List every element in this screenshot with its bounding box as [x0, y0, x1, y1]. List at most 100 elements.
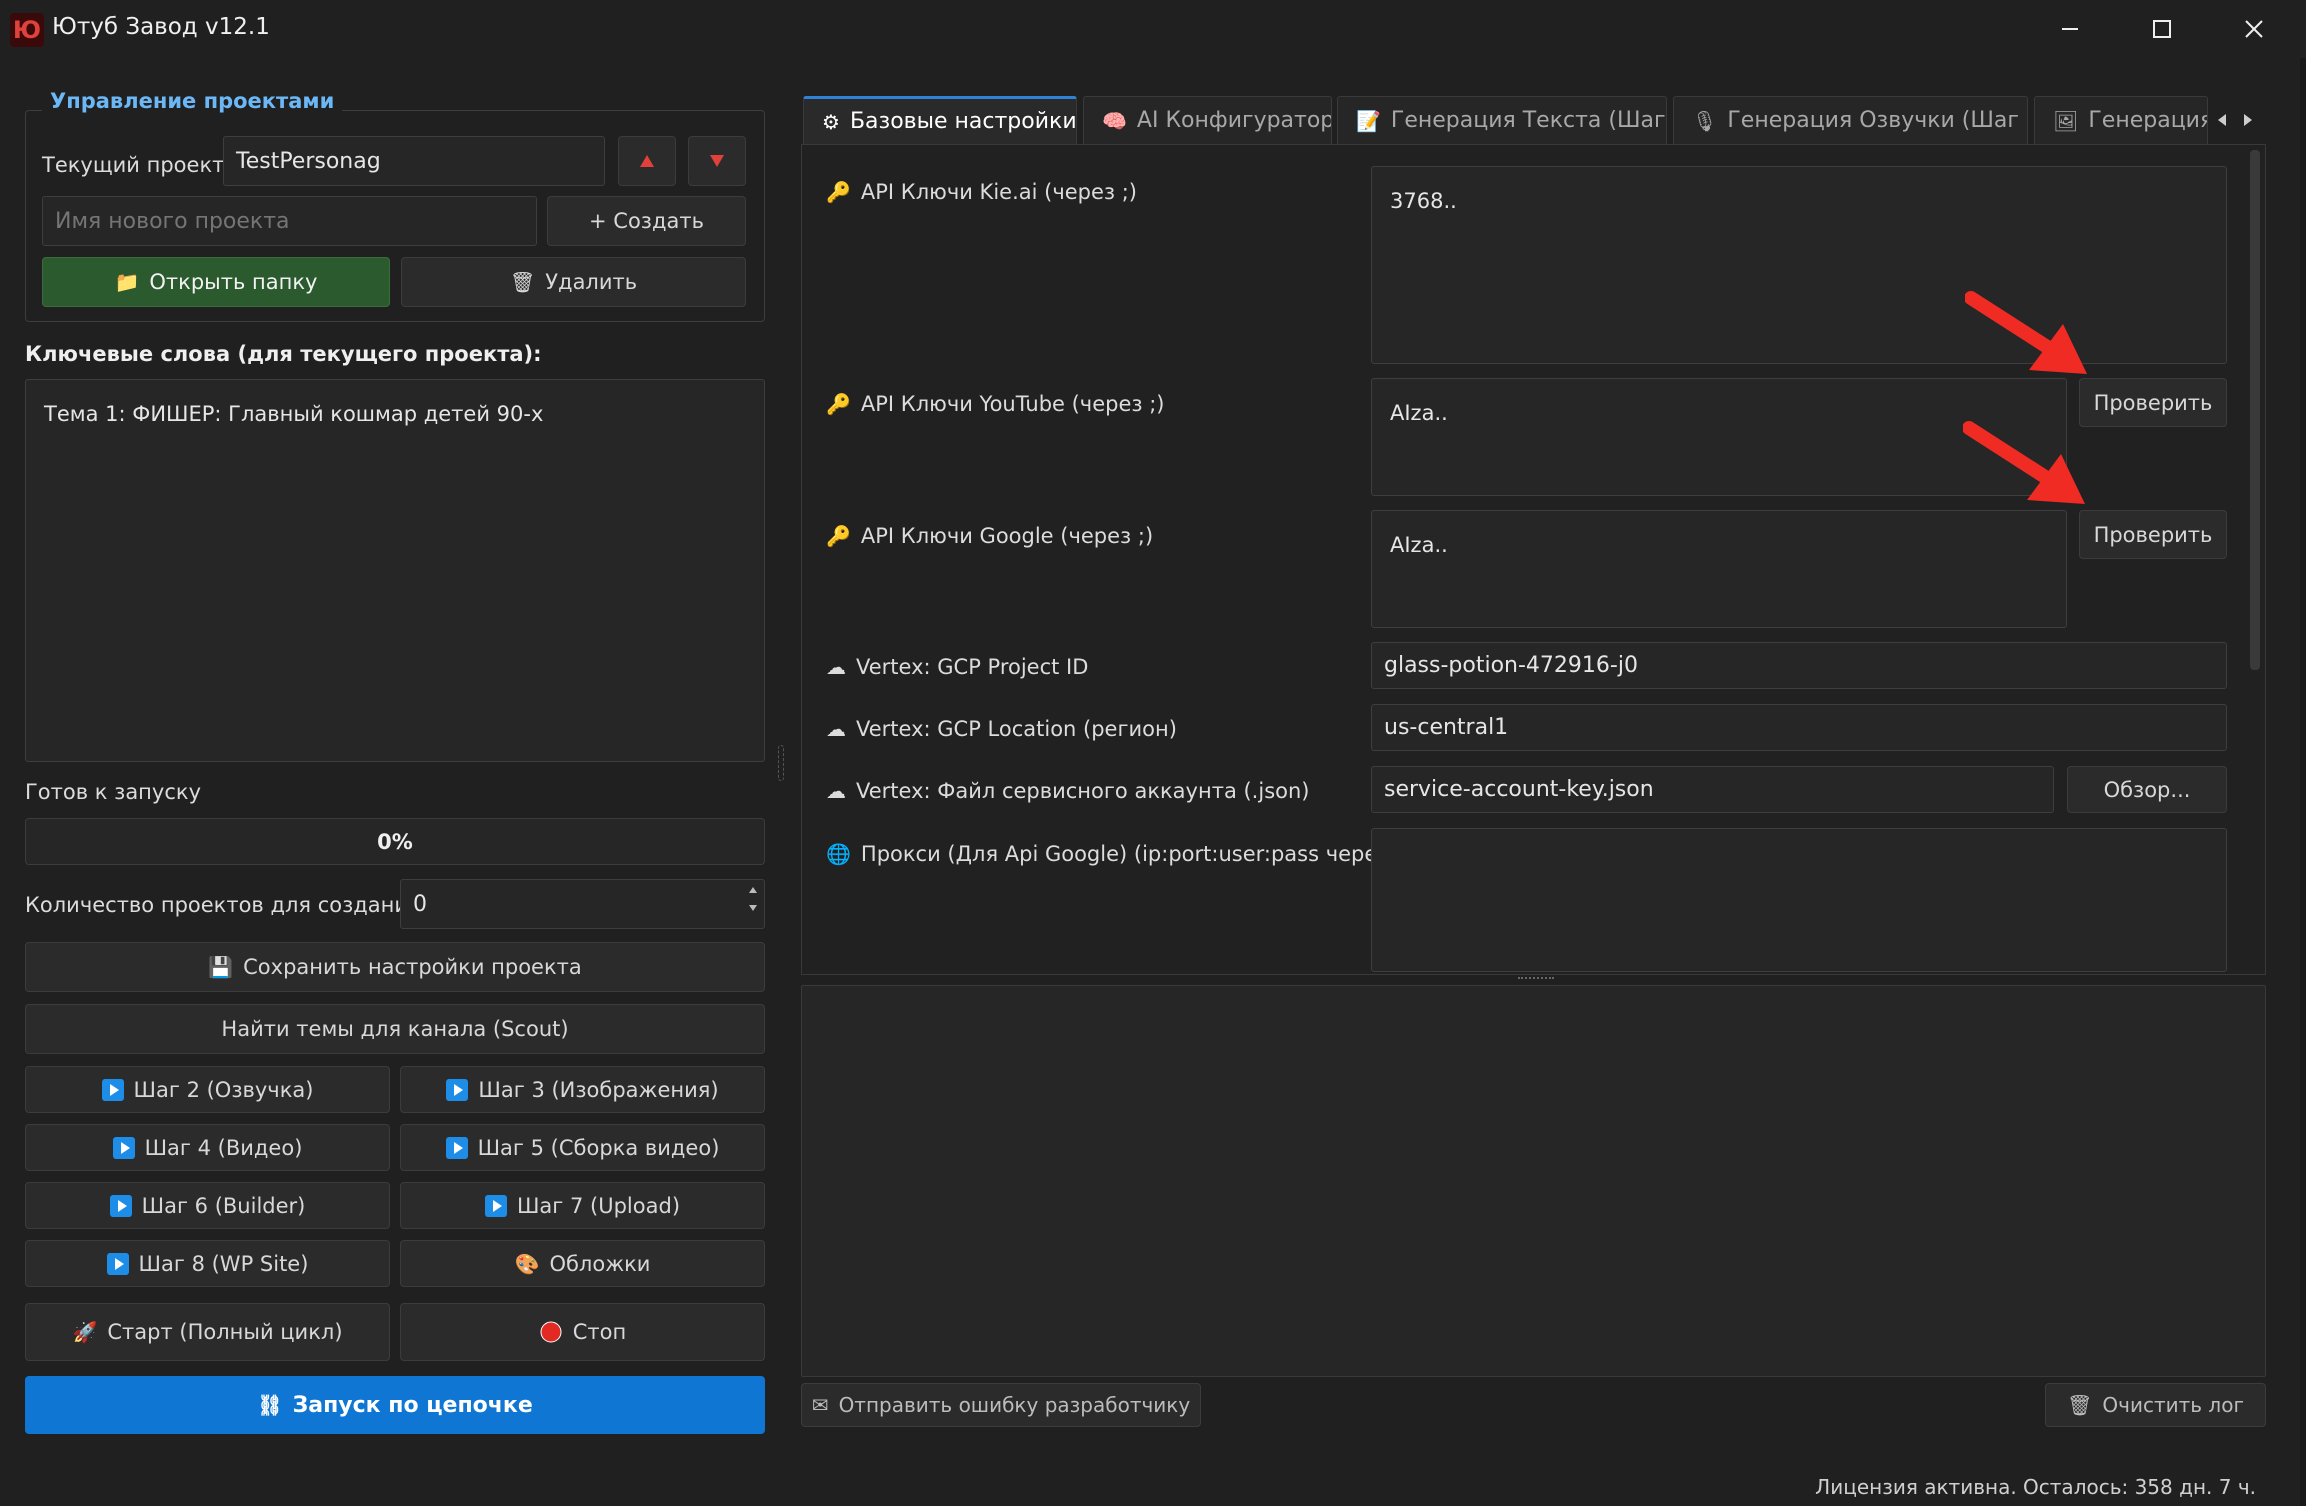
splitter-handle[interactable] [778, 745, 784, 781]
triangle-up-icon [640, 155, 654, 167]
step8-button[interactable]: Шаг 8 (WP Site) [25, 1240, 390, 1287]
tab-label: Генерация Текста (Шаг 1) [1390, 108, 1667, 133]
browse-button[interactable]: Обзор... [2067, 766, 2227, 813]
gcp-location-input[interactable]: us-central1 [1371, 704, 2227, 751]
kie-keys-textarea[interactable]: 3768.. [1371, 166, 2227, 364]
count-label: Количество проектов для создания: [25, 893, 428, 917]
clear-log-button[interactable]: 🗑 Очистить лог [2045, 1383, 2266, 1427]
triangle-down-icon [710, 155, 724, 167]
current-project-select[interactable]: TestPersonag [223, 136, 605, 186]
chain-icon: ⛓ [257, 1393, 283, 1417]
microphone-icon: 🎙 [1692, 108, 1718, 133]
cloud-icon: ☁ [826, 655, 846, 679]
keywords-title: Ключевые слова (для текущего проекта): [25, 342, 542, 366]
covers-button[interactable]: 🎨 Обложки [400, 1240, 765, 1287]
gear-icon: ⚙ [822, 109, 840, 134]
step7-label: Шаг 7 (Upload) [516, 1193, 681, 1218]
window-edge [2300, 58, 2306, 1506]
vertical-splitter-handle[interactable] [1518, 977, 1554, 982]
scout-button[interactable]: Найти темы для канала (Scout) [25, 1004, 765, 1054]
tab-ai-configurator[interactable]: 🧠 AI Конфигуратор [1083, 96, 1332, 144]
floppy-disk-icon: 💾 [208, 955, 234, 979]
tab-scroll-left-button[interactable] [2210, 106, 2234, 134]
step6-button[interactable]: Шаг 6 (Builder) [25, 1182, 390, 1229]
tab-text-generation[interactable]: 📝 Генерация Текста (Шаг 1) [1337, 96, 1667, 144]
tab-basic-settings[interactable]: ⚙ Базовые настройки [803, 96, 1077, 144]
tab-generation[interactable]: 🖼 Генерация [2034, 96, 2208, 144]
play-icon [106, 1252, 129, 1275]
count-value: 0 [413, 891, 427, 917]
covers-label: Обложки [549, 1251, 651, 1276]
service-file-input[interactable]: service-account-key.json [1371, 766, 2054, 813]
open-folder-button[interactable]: 📁 Открыть папку [42, 257, 390, 307]
proxy-textarea[interactable] [1371, 828, 2227, 972]
tab-scroll-right-button[interactable] [2236, 106, 2260, 134]
play-icon [446, 1078, 469, 1101]
settings-scrollbar[interactable] [2250, 150, 2260, 670]
rocket-icon: 🚀 [72, 1320, 98, 1344]
step5-button[interactable]: Шаг 5 (Сборка видео) [400, 1124, 765, 1171]
minimize-button[interactable] [2024, 0, 2116, 58]
move-up-button[interactable] [618, 136, 676, 186]
move-down-button[interactable] [688, 136, 746, 186]
keywords-textarea[interactable]: Тема 1: ФИШЕР: Главный кошмар детей 90-х [25, 379, 765, 762]
projects-group-title: Управление проектами [42, 89, 343, 113]
log-area[interactable] [801, 985, 2266, 1377]
gcp-project-label: Vertex: GCP Project ID [856, 655, 1089, 679]
progress-bar: 0% [25, 818, 765, 865]
maximize-button[interactable] [2116, 0, 2208, 58]
cloud-icon: ☁ [826, 717, 846, 741]
app-window: Ю Ютуб Завод v12.1 Управление проектами … [0, 0, 2306, 1506]
annotation-arrow-icon [1963, 421, 2085, 504]
google-label-row: 🔑 API Ключи Google (через ;) [826, 520, 1153, 552]
count-spinbox[interactable]: 0 [400, 879, 765, 929]
youtube-label-row: 🔑 API Ключи YouTube (через ;) [826, 388, 1165, 420]
youtube-label: API Ключи YouTube (через ;) [860, 392, 1165, 416]
tab-label: Базовые настройки [849, 109, 1077, 134]
progress-text: 0% [377, 829, 413, 854]
gcp-location-label: Vertex: GCP Location (регион) [856, 717, 1177, 741]
play-icon [484, 1194, 507, 1217]
globe-icon: 🌐 [826, 842, 851, 866]
create-project-button[interactable]: + Создать [547, 196, 746, 246]
delete-project-button[interactable]: 🗑 Удалить [401, 257, 746, 307]
app-logo-icon: Ю [10, 13, 44, 47]
tab-label: Генерация Озвучки (Шаг 2) [1727, 108, 2028, 133]
check-google-button[interactable]: Проверить [2079, 510, 2227, 559]
cloud-icon: ☁ [826, 779, 846, 803]
save-settings-button[interactable]: 💾 Сохранить настройки проекта [25, 942, 765, 992]
status-text: Готов к запуску [25, 780, 201, 804]
close-button[interactable] [2208, 0, 2300, 58]
service-file-label-row: ☁ Vertex: Файл сервисного аккаунта (.jso… [826, 775, 1309, 807]
play-icon [109, 1194, 132, 1217]
palette-icon: 🎨 [514, 1251, 540, 1276]
spin-up-icon[interactable] [748, 886, 758, 894]
stop-button[interactable]: Стоп [400, 1303, 765, 1361]
tab-voice-generation[interactable]: 🎙 Генерация Озвучки (Шаг 2) [1673, 96, 2028, 144]
play-icon [101, 1078, 124, 1101]
start-full-cycle-button[interactable]: 🚀 Старт (Полный цикл) [25, 1303, 390, 1361]
window-title: Ютуб Завод v12.1 [52, 14, 270, 40]
key-icon: 🔑 [826, 392, 851, 416]
step4-button[interactable]: Шаг 4 (Видео) [25, 1124, 390, 1171]
spin-arrows[interactable] [748, 886, 758, 912]
check-youtube-button[interactable]: Проверить [2079, 378, 2227, 427]
step2-button[interactable]: Шаг 2 (Озвучка) [25, 1066, 390, 1113]
chain-label: Запуск по цепочке [292, 1392, 533, 1418]
google-label: API Ключи Google (через ;) [860, 524, 1154, 548]
key-icon: 🔑 [826, 524, 851, 548]
send-error-label: Отправить ошибку разработчику [838, 1393, 1191, 1417]
trash-icon: 🗑 [509, 270, 536, 294]
send-error-button[interactable]: ✉ Отправить ошибку разработчику [801, 1383, 1201, 1427]
step3-button[interactable]: Шаг 3 (Изображения) [400, 1066, 765, 1113]
tab-label: Генерация [2088, 108, 2208, 133]
spin-down-icon[interactable] [748, 904, 758, 912]
google-keys-textarea[interactable]: AIza.. [1371, 510, 2067, 628]
new-project-input[interactable] [42, 196, 537, 246]
step7-button[interactable]: Шаг 7 (Upload) [400, 1182, 765, 1229]
proxy-label-row: 🌐 Прокси (Для Api Google) (ip:port:user:… [826, 838, 1410, 870]
chain-run-button[interactable]: ⛓ Запуск по цепочке [25, 1376, 765, 1434]
gcp-project-input[interactable]: glass-potion-472916-j0 [1371, 642, 2227, 689]
kie-label-row: 🔑 API Ключи Kie.ai (через ;) [826, 176, 1137, 208]
step3-label: Шаг 3 (Изображения) [478, 1077, 719, 1102]
